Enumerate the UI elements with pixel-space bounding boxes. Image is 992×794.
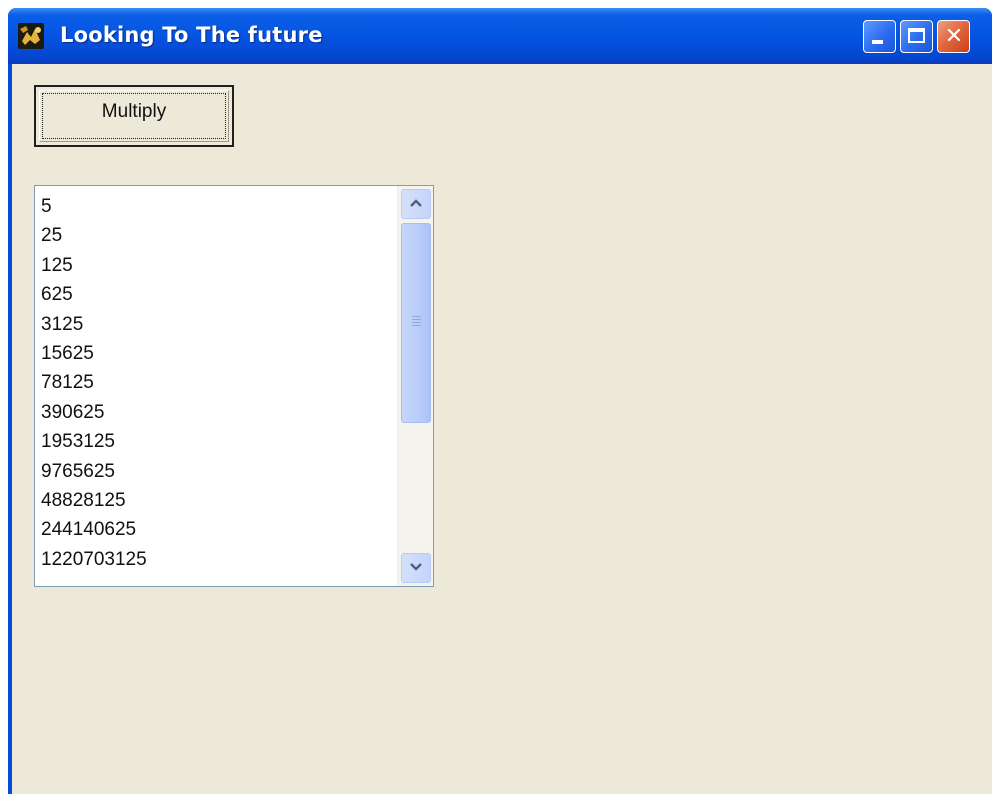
minimize-icon — [872, 40, 883, 44]
results-listbox[interactable]: 5 25 125 625 3125 15625 78125 390625 1953125 9765… — [34, 185, 434, 587]
multiply-button[interactable]: Multiply — [34, 85, 234, 147]
scrollbar-thumb[interactable] — [401, 223, 431, 423]
thumb-grip-icon — [412, 316, 421, 326]
list-item[interactable]: 390625 — [41, 398, 391, 427]
list-item[interactable]: 625 — [41, 280, 391, 309]
close-icon: ✕ — [944, 24, 964, 49]
close-button[interactable]: ✕ — [937, 20, 970, 53]
list-item[interactable]: 5 — [41, 192, 391, 221]
client-area: Multiply 5 25 125 625 3125 15625 78125 390625 19… — [12, 64, 992, 794]
list-item[interactable]: 1220703125 — [41, 545, 391, 574]
multiply-button-label: Multiply — [101, 101, 167, 122]
maximize-icon — [908, 28, 925, 43]
scroll-down-button[interactable] — [401, 553, 431, 583]
list-items: 5 25 125 625 3125 15625 78125 390625 1953125 9765… — [41, 192, 391, 582]
app-icon[interactable] — [18, 23, 44, 49]
list-item[interactable]: 125 — [41, 251, 391, 280]
chevron-down-icon — [410, 563, 422, 571]
scroll-up-button[interactable] — [401, 189, 431, 219]
list-item[interactable]: 48828125 — [41, 486, 391, 515]
list-item[interactable]: 25 — [41, 221, 391, 250]
title-bar[interactable]: Looking To The future ✕ — [8, 8, 992, 64]
application-window: Looking To The future ✕ Multiply 5 25 125 6… — [8, 8, 992, 794]
maximize-button[interactable] — [900, 20, 933, 53]
vertical-scrollbar[interactable] — [397, 186, 433, 586]
list-item[interactable]: 15625 — [41, 339, 391, 368]
list-item[interactable]: 1953125 — [41, 427, 391, 456]
chevron-up-icon — [410, 199, 422, 207]
list-item[interactable]: 244140625 — [41, 515, 391, 544]
minimize-button[interactable] — [863, 20, 896, 53]
multiply-button-face: Multiply — [39, 90, 229, 142]
list-item[interactable]: 78125 — [41, 368, 391, 397]
list-item[interactable]: 9765625 — [41, 457, 391, 486]
window-title: Looking To The future — [60, 23, 323, 47]
list-item[interactable]: 3125 — [41, 310, 391, 339]
